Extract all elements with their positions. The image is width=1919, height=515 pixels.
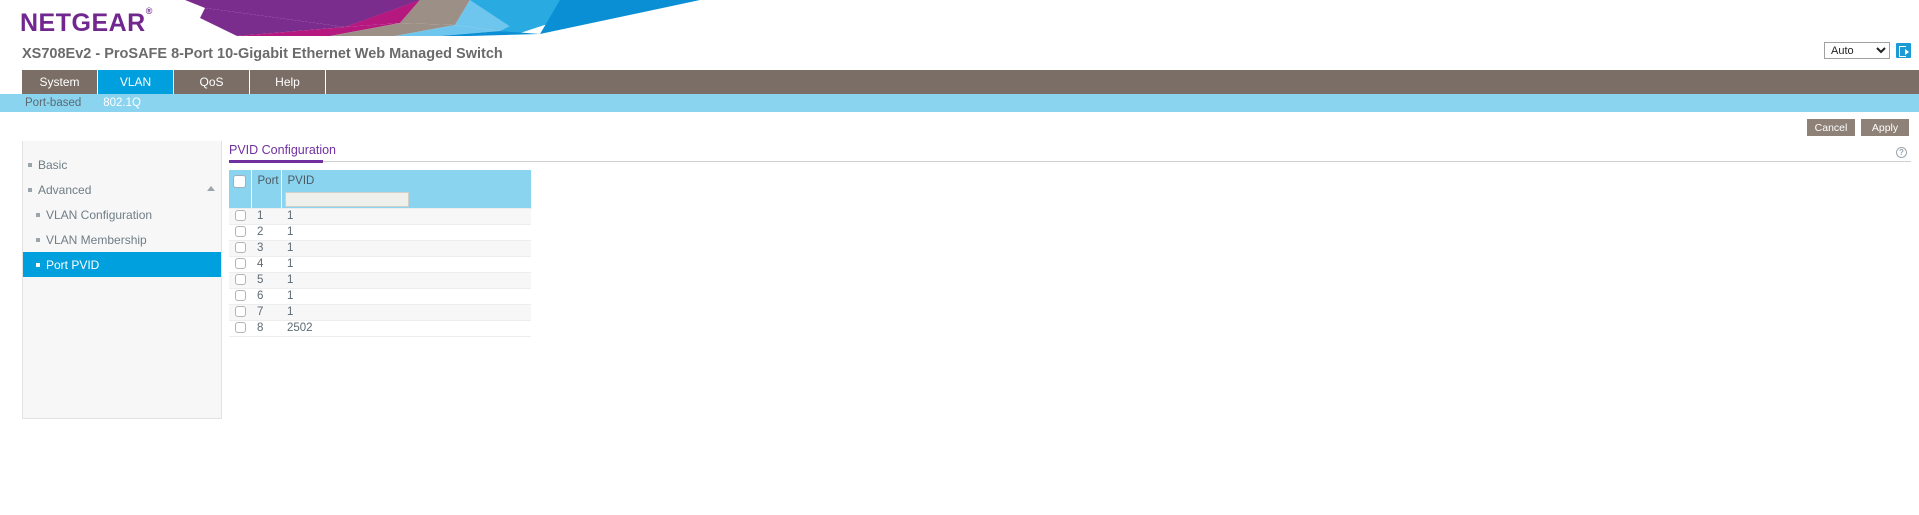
bullet-icon: [28, 187, 32, 192]
sidebar-item-port-pvid[interactable]: Port PVID: [23, 252, 221, 277]
row-checkbox[interactable]: [234, 306, 246, 318]
content-panel: PVID Configuration ? Port PVID 1 1 2 1 3…: [229, 141, 1911, 337]
subnav-item-802-1q[interactable]: 802.1Q: [103, 97, 141, 109]
bullet-icon: [36, 262, 40, 267]
panel-title: PVID Configuration: [229, 143, 337, 157]
filter-cell-port: [251, 192, 282, 209]
cell-pvid: 1: [281, 240, 531, 257]
page-root: NETGEAR® XS708Ev2 - ProSAFE 8-Port 10-Gi…: [0, 0, 1919, 515]
row-checkbox-cell: [229, 304, 251, 321]
cell-port: 3: [251, 240, 281, 257]
column-header-select-all: [229, 170, 252, 192]
panel-divider: [229, 161, 1911, 162]
pvid-table: Port PVID 1 1 2 1 3 1 4 1 5 1 6 1 7 1 8 …: [229, 170, 532, 337]
cell-pvid: 1: [281, 256, 531, 273]
table-row[interactable]: 6 1: [229, 288, 531, 305]
cell-port: 7: [251, 304, 281, 321]
sidebar-item-basic[interactable]: Basic: [23, 152, 221, 177]
filter-cell-check: [229, 192, 252, 209]
tab-system[interactable]: System: [22, 70, 98, 94]
sidebar-item-label: VLAN Configuration: [46, 207, 153, 222]
row-checkbox-cell: [229, 240, 251, 257]
language-select[interactable]: Auto: [1824, 42, 1890, 59]
sidebar-item-advanced[interactable]: Advanced: [23, 177, 221, 202]
cell-pvid: 2502: [281, 320, 531, 337]
cell-port: 5: [251, 272, 281, 289]
sidebar-item-label: VLAN Membership: [46, 232, 147, 247]
cell-port: 6: [251, 288, 281, 305]
bullet-icon: [36, 212, 40, 217]
brand-name: NETGEAR: [20, 9, 146, 37]
bullet-icon: [28, 162, 32, 167]
row-checkbox-cell: [229, 288, 251, 305]
row-checkbox-cell: [229, 208, 251, 225]
sidebar-item-vlan-membership[interactable]: VLAN Membership: [23, 227, 221, 252]
sidebar-item-label: Port PVID: [46, 257, 100, 272]
cell-pvid: 1: [281, 208, 531, 225]
row-checkbox[interactable]: [234, 290, 246, 302]
subnav-item-port-based[interactable]: Port-based: [25, 97, 81, 109]
table-row[interactable]: 1 1: [229, 208, 531, 225]
row-checkbox[interactable]: [234, 274, 246, 286]
trademark-symbol: ®: [145, 5, 153, 16]
table-row[interactable]: 7 1: [229, 304, 531, 321]
sidebar: Basic Advanced VLAN Configuration VLAN M…: [22, 141, 222, 419]
pvid-filter-input[interactable]: [284, 192, 409, 208]
row-checkbox[interactable]: [234, 322, 246, 334]
cancel-button[interactable]: Cancel: [1807, 119, 1855, 136]
cell-pvid: 1: [281, 272, 531, 289]
tabbar-left-spacer: [0, 70, 22, 94]
cell-port: 4: [251, 256, 281, 273]
sidebar-item-vlan-configuration[interactable]: VLAN Configuration: [23, 202, 221, 227]
header-banner-graphic: [0, 0, 1919, 36]
row-checkbox-cell: [229, 224, 251, 241]
bullet-icon: [36, 237, 40, 242]
select-all-checkbox[interactable]: [233, 174, 247, 188]
cell-port: 8: [251, 320, 281, 337]
table-row[interactable]: 3 1: [229, 240, 531, 257]
column-header-port: Port: [251, 170, 282, 192]
cell-pvid: 1: [281, 304, 531, 321]
table-filter-row: [229, 192, 532, 209]
table-row[interactable]: 4 1: [229, 256, 531, 273]
main-tab-bar: System VLAN QoS Help: [0, 70, 1919, 94]
panel-title-underline: [229, 160, 323, 163]
cell-port: 1: [251, 208, 281, 225]
tab-help[interactable]: Help: [250, 70, 326, 94]
sidebar-item-label: Basic: [38, 157, 68, 172]
sidebar-top-gap: [23, 141, 221, 152]
column-header-pvid: PVID: [281, 170, 532, 192]
pvid-table-body: 1 1 2 1 3 1 4 1 5 1 6 1 7 1 8 2502: [229, 208, 531, 337]
row-checkbox[interactable]: [234, 210, 246, 222]
pvid-table-head: Port PVID: [229, 170, 532, 209]
page-title: XS708Ev2 - ProSAFE 8-Port 10-Gigabit Eth…: [22, 46, 503, 62]
sidebar-item-label: Advanced: [38, 182, 92, 197]
panel-header: PVID Configuration ?: [229, 141, 1911, 163]
table-row[interactable]: 8 2502: [229, 320, 531, 337]
row-checkbox[interactable]: [234, 226, 246, 238]
filter-cell-pvid: [281, 192, 532, 209]
row-checkbox[interactable]: [234, 258, 246, 270]
top-right-controls: Auto: [1824, 42, 1911, 59]
row-checkbox-cell: [229, 320, 251, 337]
row-checkbox[interactable]: [234, 242, 246, 254]
apply-button[interactable]: Apply: [1861, 119, 1909, 136]
cell-port: 2: [251, 224, 281, 241]
tab-vlan[interactable]: VLAN: [98, 70, 174, 94]
tab-qos[interactable]: QoS: [174, 70, 250, 94]
logout-icon[interactable]: [1896, 43, 1911, 58]
table-header-row: Port PVID: [229, 170, 532, 192]
row-checkbox-cell: [229, 256, 251, 273]
table-row[interactable]: 5 1: [229, 272, 531, 289]
netgear-logo: NETGEAR®: [20, 6, 153, 37]
cell-pvid: 1: [281, 224, 531, 241]
action-button-group: Cancel Apply: [1807, 119, 1909, 136]
row-checkbox-cell: [229, 272, 251, 289]
help-circle-icon[interactable]: ?: [1896, 147, 1907, 158]
sub-nav-bar: Port-based 802.1Q: [0, 94, 1919, 112]
cell-pvid: 1: [281, 288, 531, 305]
chevron-up-icon[interactable]: [207, 186, 215, 191]
table-row[interactable]: 2 1: [229, 224, 531, 241]
